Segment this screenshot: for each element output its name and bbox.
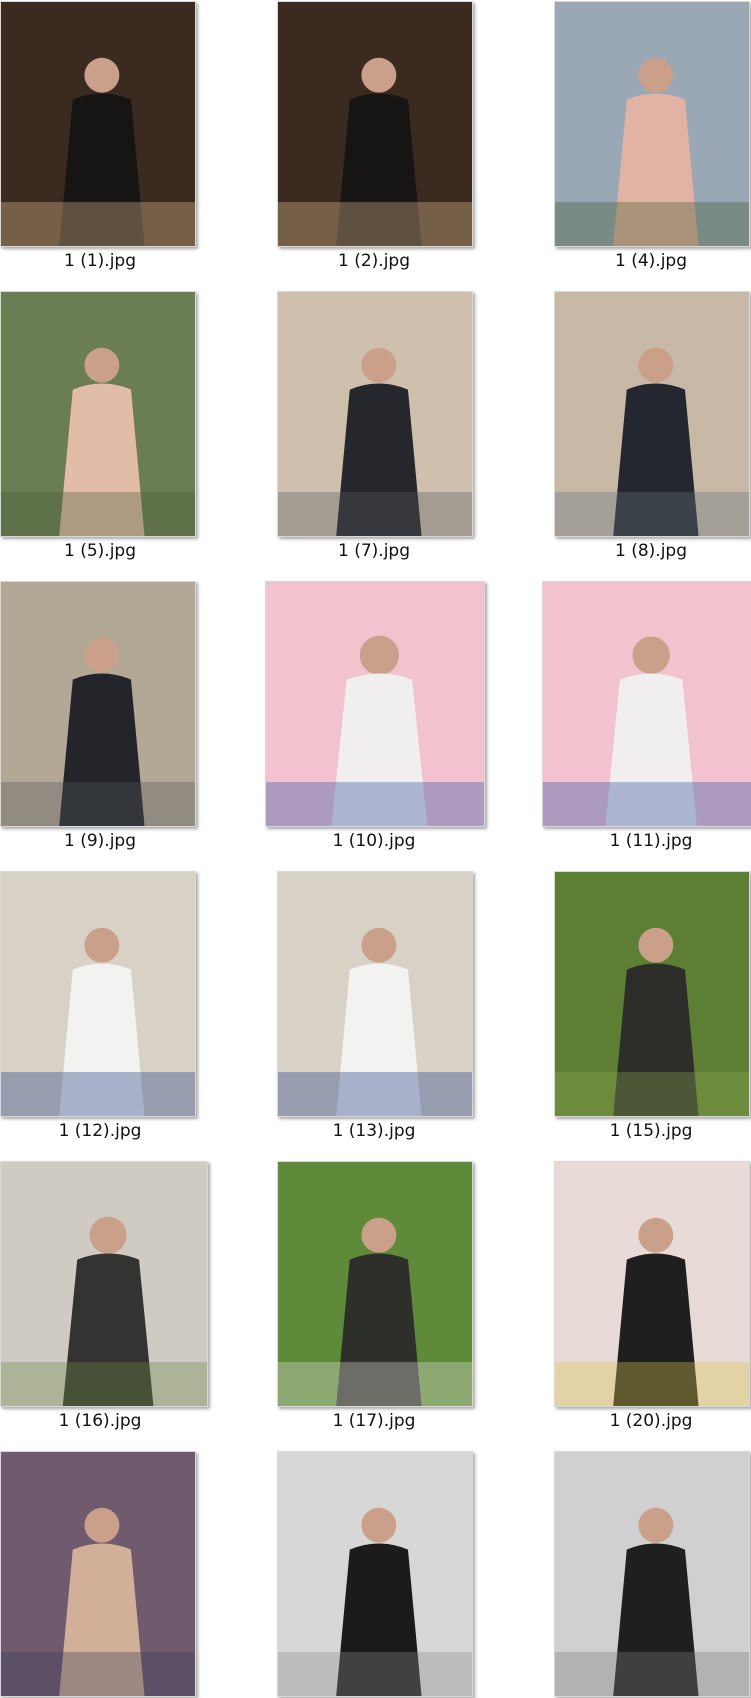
thumbnail[interactable] xyxy=(0,1451,196,1697)
file-name[interactable]: 1 (2).jpg xyxy=(249,251,499,271)
thumbnail[interactable] xyxy=(0,581,196,827)
photo-image xyxy=(555,872,749,1116)
thumbnail[interactable] xyxy=(542,581,751,827)
photo-image xyxy=(1,292,195,536)
file-name[interactable]: 1 (9).jpg xyxy=(0,831,225,851)
photo-foreground xyxy=(278,492,472,536)
photo-foreground xyxy=(555,202,749,246)
photo-foreground xyxy=(1,1072,195,1116)
file-name[interactable]: 1 (10).jpg xyxy=(249,831,499,851)
photo-image xyxy=(555,1162,749,1406)
photo-image xyxy=(555,292,749,536)
photo-image xyxy=(278,1162,472,1406)
file-name[interactable]: 1 (7).jpg xyxy=(249,541,499,561)
photo-image xyxy=(278,1452,472,1696)
thumbnail[interactable] xyxy=(277,291,473,537)
file-name[interactable]: 1 (11).jpg xyxy=(526,831,751,851)
thumbnail[interactable] xyxy=(0,1,196,247)
thumbnail[interactable] xyxy=(554,1161,750,1407)
thumbnail[interactable] xyxy=(277,871,473,1117)
file-name[interactable]: 1 (20).jpg xyxy=(526,1411,751,1431)
photo-subject-head xyxy=(638,1507,674,1543)
photo-subject-head xyxy=(84,637,120,673)
photo-image xyxy=(1,1452,195,1696)
photo-image xyxy=(278,2,472,246)
photo-foreground xyxy=(555,492,749,536)
file-name[interactable]: 1 (16).jpg xyxy=(0,1411,225,1431)
photo-image xyxy=(278,872,472,1116)
thumbnail[interactable] xyxy=(554,1,750,247)
photo-subject-head xyxy=(361,57,397,93)
photo-subject-head xyxy=(84,927,120,963)
photo-subject-head xyxy=(638,927,674,963)
photo-subject-head xyxy=(632,636,670,674)
photo-subject-head xyxy=(89,1216,127,1254)
photo-foreground xyxy=(278,1652,472,1696)
photo-foreground xyxy=(1,202,195,246)
photo-subject-head xyxy=(638,1217,674,1253)
thumbnail[interactable] xyxy=(0,1161,208,1407)
photo-subject-head xyxy=(84,1507,120,1543)
photo-subject-head xyxy=(361,1217,397,1253)
photo-subject-head xyxy=(638,347,674,383)
thumbnail[interactable] xyxy=(277,1161,473,1407)
thumbnail[interactable] xyxy=(277,1,473,247)
photo-subject-head xyxy=(638,57,674,93)
photo-foreground xyxy=(555,1362,749,1406)
photo-subject-head xyxy=(361,347,397,383)
file-name[interactable]: 1 (4).jpg xyxy=(526,251,751,271)
photo-foreground xyxy=(555,1652,749,1696)
photo-image xyxy=(278,292,472,536)
photo-image xyxy=(1,1162,207,1406)
photo-foreground xyxy=(278,202,472,246)
photo-foreground xyxy=(543,782,751,826)
photo-image xyxy=(1,872,195,1116)
photo-foreground xyxy=(555,1072,749,1116)
photo-image xyxy=(266,582,484,826)
photo-foreground xyxy=(1,1362,207,1406)
photo-subject-head xyxy=(84,347,120,383)
file-name[interactable]: 1 (5).jpg xyxy=(0,541,225,561)
photo-image xyxy=(1,2,195,246)
file-grid: 1 (1).jpg 1 (2).jpg 1 (4).jpg 1 (5).jpg … xyxy=(0,0,751,1698)
file-name[interactable]: 1 (15).jpg xyxy=(526,1121,751,1141)
thumbnail[interactable] xyxy=(554,291,750,537)
photo-image xyxy=(555,2,749,246)
file-name[interactable]: 1 (17).jpg xyxy=(249,1411,499,1431)
photo-subject-head xyxy=(359,635,399,675)
photo-foreground xyxy=(266,782,484,826)
photo-image xyxy=(1,582,195,826)
photo-subject-head xyxy=(84,57,120,93)
photo-foreground xyxy=(278,1362,472,1406)
file-name[interactable]: 1 (1).jpg xyxy=(0,251,225,271)
thumbnail[interactable] xyxy=(277,1451,473,1697)
photo-foreground xyxy=(1,492,195,536)
photo-subject-head xyxy=(361,927,397,963)
file-name[interactable]: 1 (13).jpg xyxy=(249,1121,499,1141)
thumbnail[interactable] xyxy=(554,1451,750,1697)
photo-image xyxy=(555,1452,749,1696)
thumbnail[interactable] xyxy=(265,581,485,827)
thumbnail[interactable] xyxy=(0,291,196,537)
photo-image xyxy=(543,582,751,826)
photo-subject-head xyxy=(361,1507,397,1543)
photo-foreground xyxy=(1,782,195,826)
photo-foreground xyxy=(278,1072,472,1116)
photo-foreground xyxy=(1,1652,195,1696)
file-name[interactable]: 1 (12).jpg xyxy=(0,1121,225,1141)
thumbnail[interactable] xyxy=(0,871,196,1117)
file-name[interactable]: 1 (8).jpg xyxy=(526,541,751,561)
thumbnail[interactable] xyxy=(554,871,750,1117)
